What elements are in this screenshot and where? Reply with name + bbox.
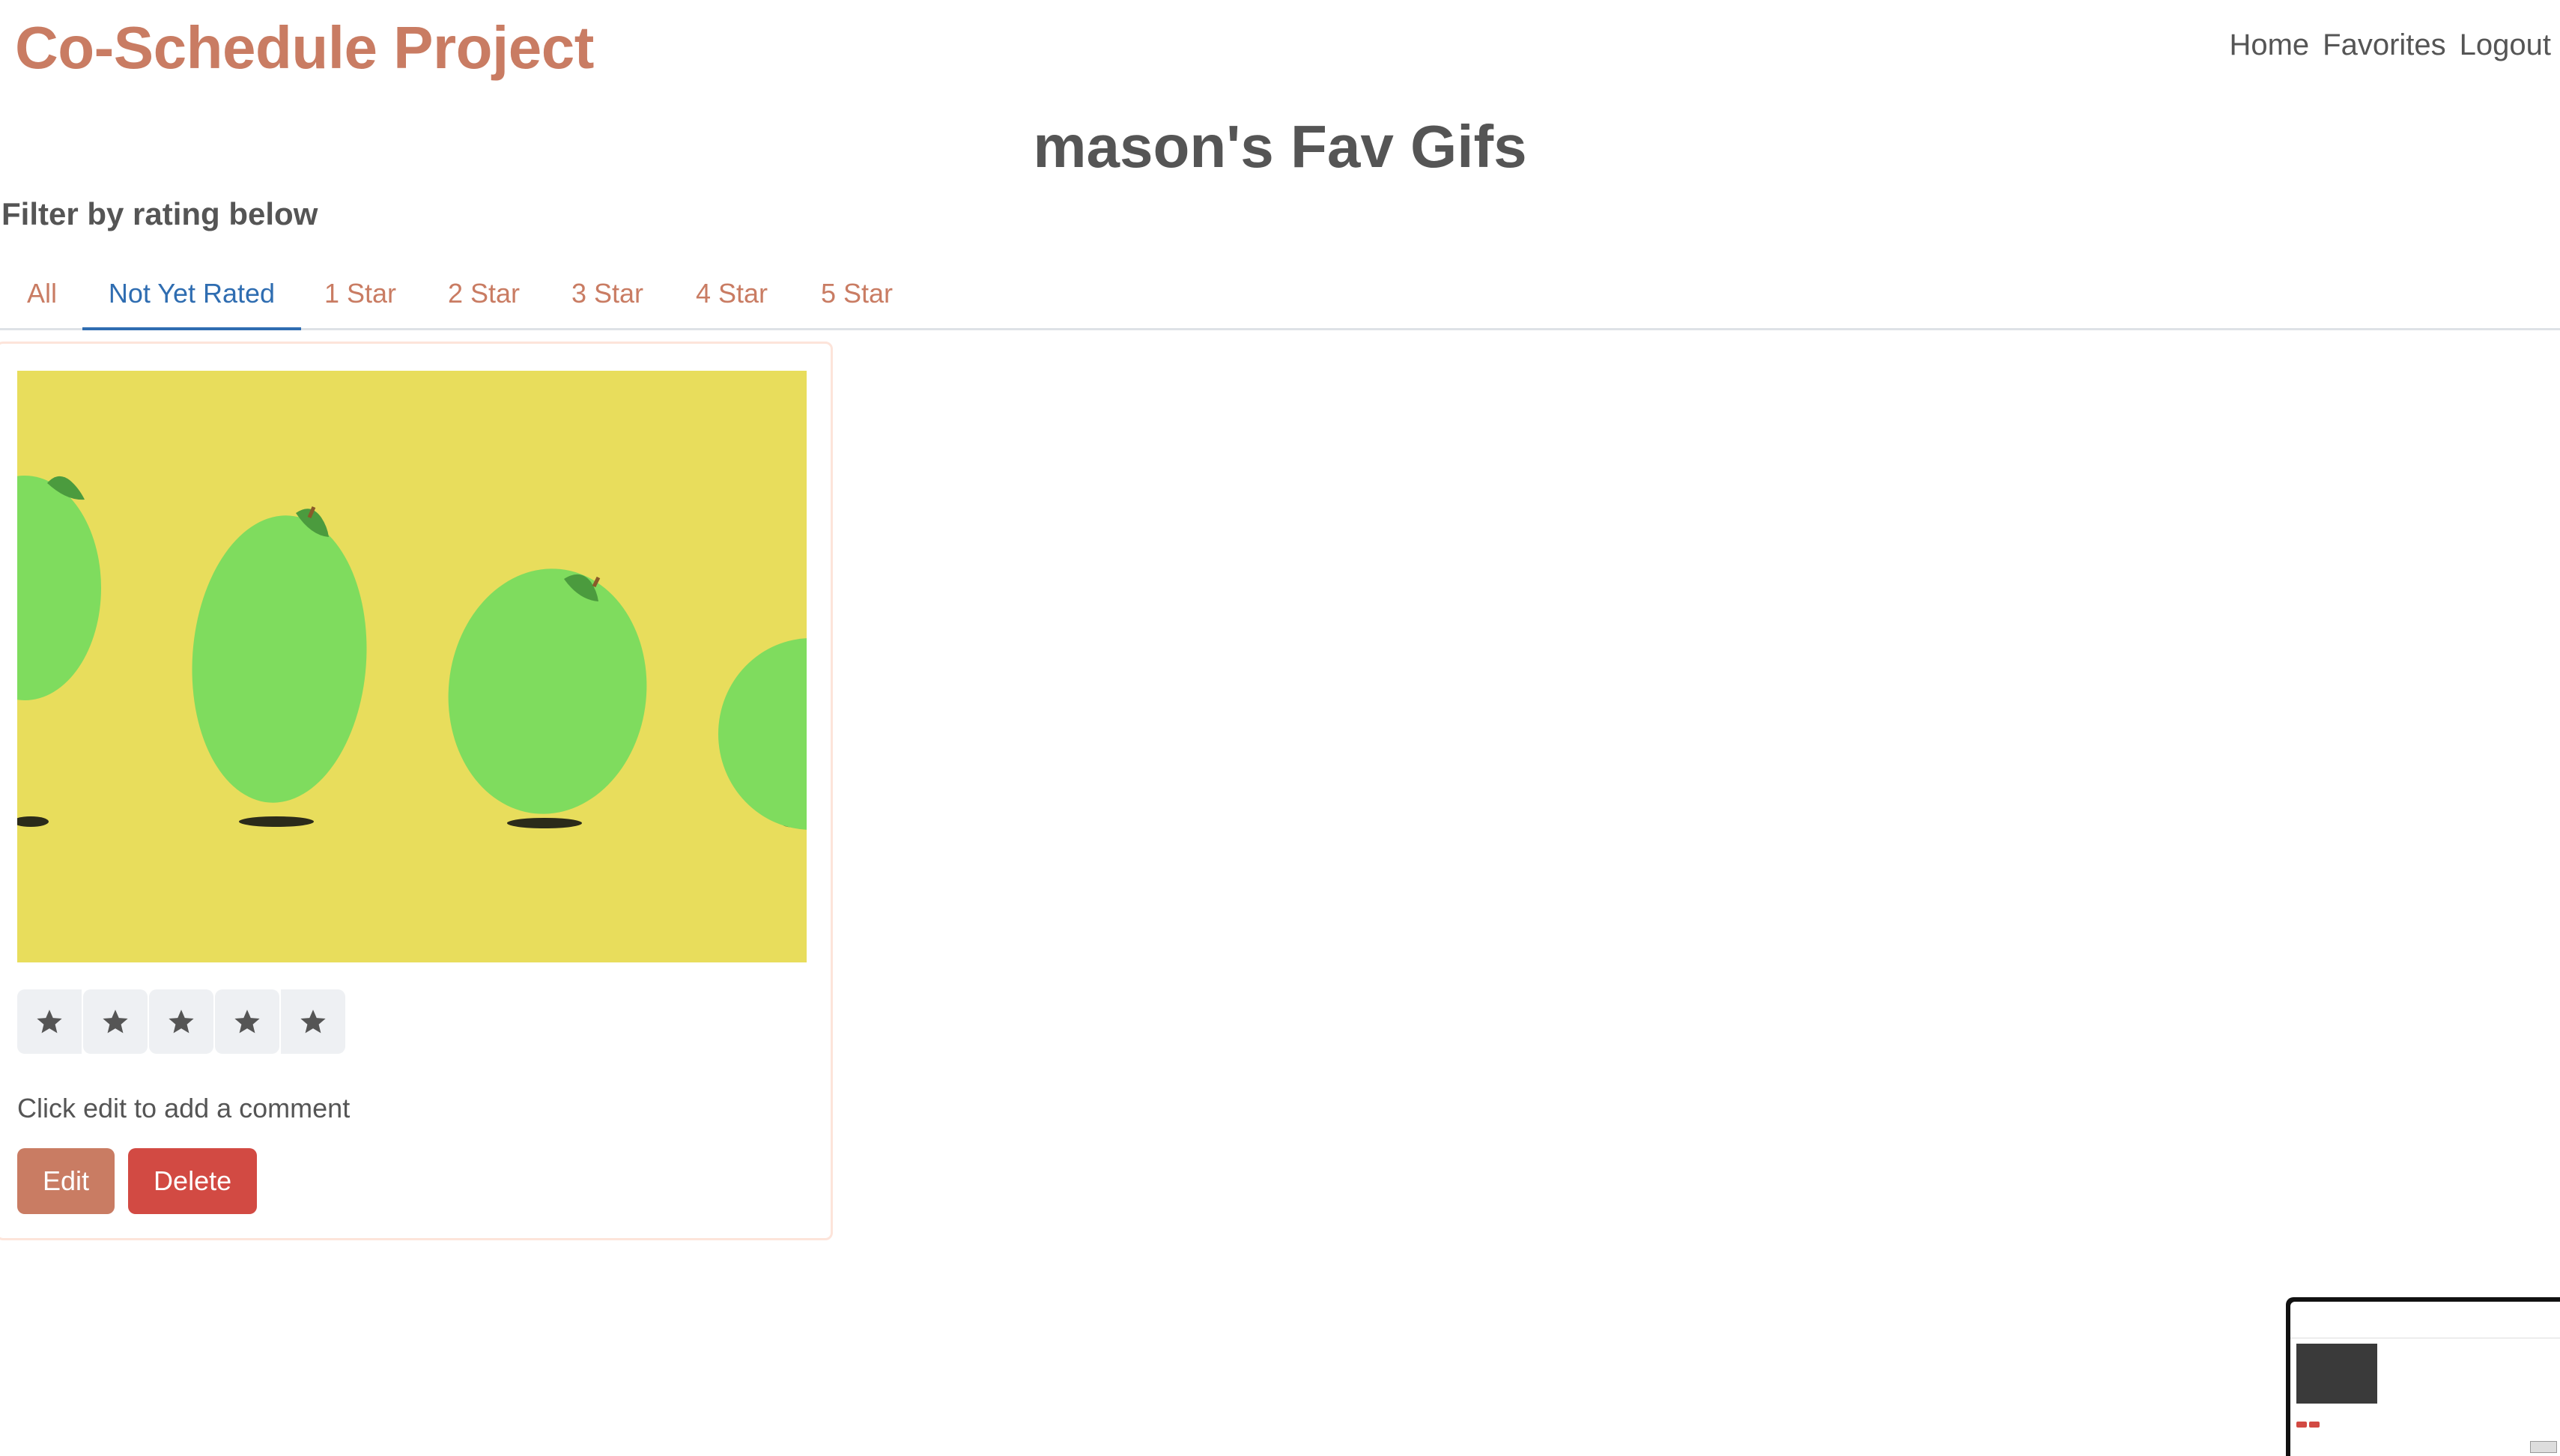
star-icon xyxy=(37,1010,62,1034)
star-icon xyxy=(103,1010,128,1034)
star-5-button[interactable] xyxy=(281,989,345,1054)
star-icon xyxy=(169,1010,194,1034)
card-actions: Edit Delete xyxy=(17,1148,258,1214)
tab-4-star[interactable]: 4 Star xyxy=(685,262,779,328)
comment-text: Click edit to add a comment xyxy=(17,1093,351,1123)
star-2-button[interactable] xyxy=(83,989,148,1054)
star-icon xyxy=(234,1010,260,1034)
star-3-button[interactable] xyxy=(149,989,213,1054)
star-icon xyxy=(300,1010,326,1034)
tab-5-star[interactable]: 5 Star xyxy=(809,262,905,328)
gif-image xyxy=(17,371,807,962)
star-1-button[interactable] xyxy=(17,989,82,1054)
top-nav: Home Favorites Logout xyxy=(2229,28,2551,62)
preview-tabs xyxy=(2290,1333,2560,1338)
preview-badge xyxy=(2530,1441,2557,1453)
tab-not-yet-rated[interactable]: Not Yet Rated xyxy=(82,262,301,330)
nav-favorites-link[interactable]: Favorites xyxy=(2323,28,2446,62)
preview-content xyxy=(2290,1302,2560,1456)
filter-label: Filter by rating below xyxy=(1,196,318,231)
gif-card: Click edit to add a comment Edit Delete xyxy=(0,342,833,1240)
tab-3-star[interactable]: 3 Star xyxy=(560,262,655,328)
rating-filter-tabs: All Not Yet Rated 1 Star 2 Star 3 Star 4… xyxy=(0,262,2560,330)
tab-all[interactable]: All xyxy=(15,262,69,328)
star-4-button[interactable] xyxy=(215,989,279,1054)
star-rating xyxy=(17,989,345,1054)
delete-button[interactable]: Delete xyxy=(128,1148,258,1214)
screen-preview-thumbnail[interactable] xyxy=(2286,1297,2560,1456)
bouncing-green-fruits-gif xyxy=(17,371,807,962)
page-title: mason's Fav Gifs xyxy=(1033,113,1527,180)
nav-home-link[interactable]: Home xyxy=(2229,28,2309,62)
app-page: Co-Schedule Project Home Favorites Logou… xyxy=(0,0,2560,1456)
tab-2-star[interactable]: 2 Star xyxy=(436,262,532,328)
tab-1-star[interactable]: 1 Star xyxy=(315,262,406,328)
edit-button[interactable]: Edit xyxy=(17,1148,115,1214)
preview-gif xyxy=(2296,1344,2377,1404)
nav-logout-link[interactable]: Logout xyxy=(2460,28,2551,62)
preview-buttons xyxy=(2296,1422,2320,1428)
brand-title[interactable]: Co-Schedule Project xyxy=(15,13,594,82)
